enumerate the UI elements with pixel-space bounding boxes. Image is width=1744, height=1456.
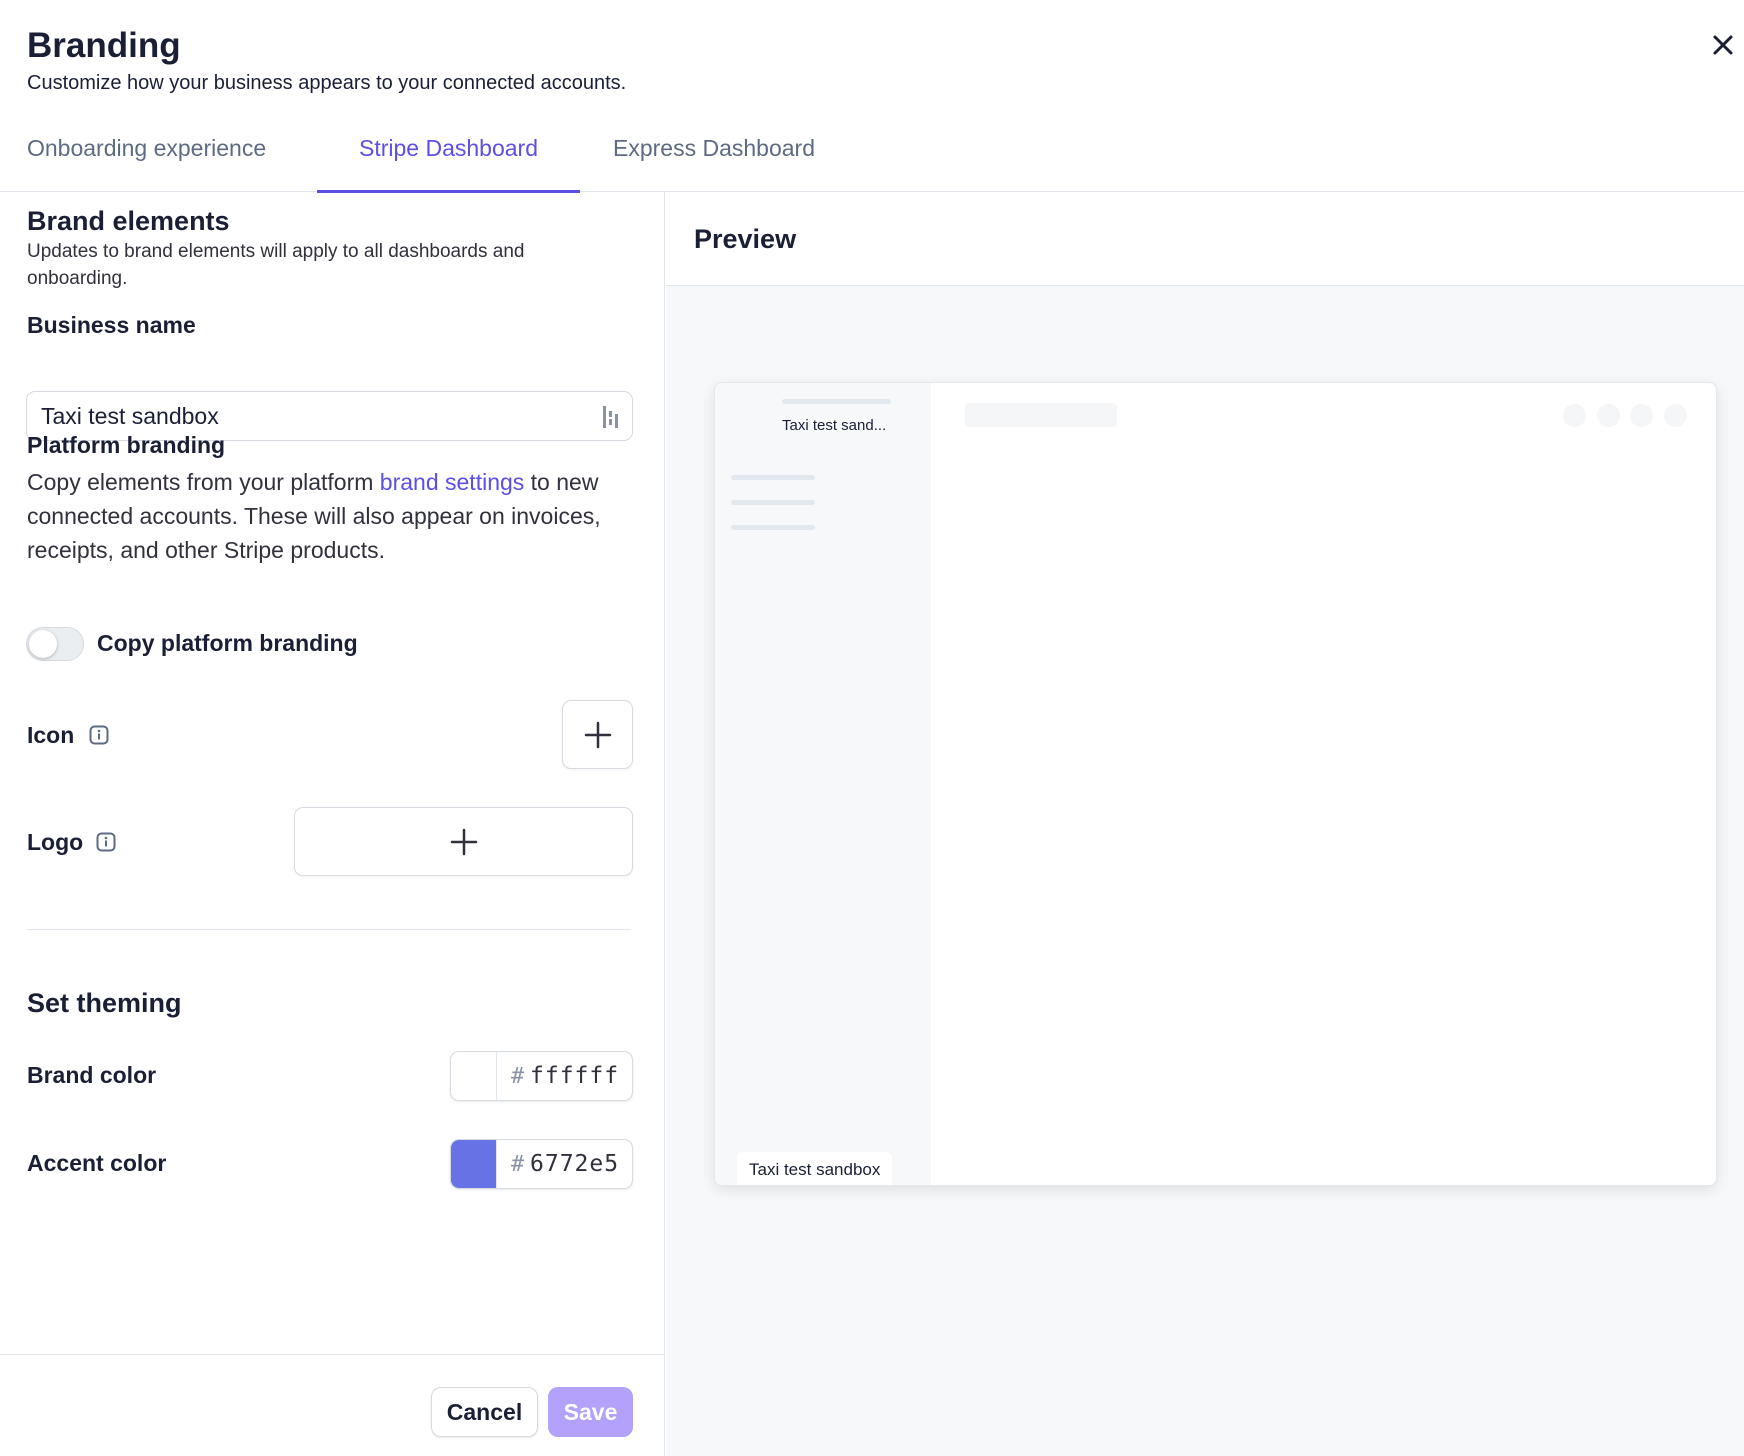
set-theming-title: Set theming	[27, 988, 182, 1018]
preview-search-placeholder	[965, 403, 1117, 427]
accent-color-swatch[interactable]	[451, 1140, 497, 1188]
preview-business-name: Taxi test sand...	[782, 417, 887, 434]
platform-branding-text: Copy elements from your platform	[27, 469, 380, 495]
business-name-label: Business name	[27, 312, 196, 338]
preview-icon-placeholder	[1664, 404, 1687, 427]
copy-platform-branding-toggle[interactable]	[26, 627, 84, 661]
modal-title: Branding	[27, 26, 181, 65]
accent-color-value[interactable]: 6772e5	[530, 1151, 619, 1177]
hash-prefix: #	[511, 1152, 525, 1177]
brand-color-field[interactable]: # ffffff	[450, 1051, 633, 1101]
brand-color-label: Brand color	[27, 1062, 157, 1088]
preview-sidebar: Taxi test sand... Taxi test sandbox	[715, 383, 931, 1185]
hash-prefix: #	[511, 1064, 525, 1089]
settings-pane: Brand elements Updates to brand elements…	[0, 192, 665, 1354]
brand-color-value[interactable]: ffffff	[530, 1063, 619, 1089]
modal-header: Branding Customize how your business app…	[0, 0, 1744, 193]
brand-color-swatch[interactable]	[451, 1052, 497, 1100]
branding-modal: Branding Customize how your business app…	[0, 0, 1744, 1456]
preview-nav-placeholder	[731, 475, 815, 480]
save-button[interactable]: Save	[548, 1387, 633, 1437]
logo-label: Logo	[27, 829, 84, 855]
preview-pane: Preview Taxi test sand... Taxi test sand…	[666, 192, 1744, 1456]
accent-color-field[interactable]: # 6772e5	[450, 1139, 633, 1189]
tab-stripe-dashboard[interactable]: Stripe Dashboard	[317, 130, 580, 193]
plus-icon	[450, 828, 477, 855]
close-button[interactable]	[1706, 28, 1740, 62]
upload-icon-button[interactable]	[562, 700, 633, 769]
brand-elements-title: Brand elements	[27, 206, 230, 236]
platform-branding-description: Copy elements from your platform brand s…	[27, 465, 627, 567]
preview-account-chip: Taxi test sandbox	[737, 1152, 893, 1185]
modal-footer: Cancel Save	[0, 1354, 665, 1456]
platform-branding-title: Platform branding	[27, 432, 226, 458]
icon-label: Icon	[27, 722, 75, 748]
plus-icon	[584, 721, 611, 748]
tab-onboarding-experience[interactable]: Onboarding experience	[27, 130, 266, 192]
icon-info-icon[interactable]	[89, 725, 109, 745]
section-divider	[27, 929, 631, 930]
modal-subtitle: Customize how your business appears to y…	[27, 72, 627, 94]
preview-icon-placeholder	[1597, 404, 1620, 427]
brand-elements-description: Updates to brand elements will apply to …	[27, 241, 525, 289]
preview-icon-placeholder	[1630, 404, 1653, 427]
upload-logo-button[interactable]	[294, 807, 633, 876]
preview-nav-placeholder	[731, 500, 815, 505]
preview-title: Preview	[694, 224, 797, 254]
preview-placeholder-bar	[782, 399, 891, 404]
copy-platform-branding-label: Copy platform branding	[97, 630, 358, 656]
preview-nav-placeholder	[731, 525, 815, 530]
preview-header: Preview	[666, 192, 1744, 286]
brand-settings-link[interactable]: brand settings	[380, 469, 524, 495]
preview-icon-placeholder	[1563, 404, 1586, 427]
dashboard-preview: Taxi test sand... Taxi test sandbox	[714, 382, 1717, 1186]
accent-color-label: Accent color	[27, 1150, 167, 1176]
autofill-icon[interactable]	[600, 404, 622, 430]
close-icon	[1713, 35, 1733, 55]
logo-info-icon[interactable]	[96, 832, 116, 852]
cancel-button[interactable]: Cancel	[431, 1387, 538, 1437]
tab-express-dashboard[interactable]: Express Dashboard	[613, 130, 815, 192]
